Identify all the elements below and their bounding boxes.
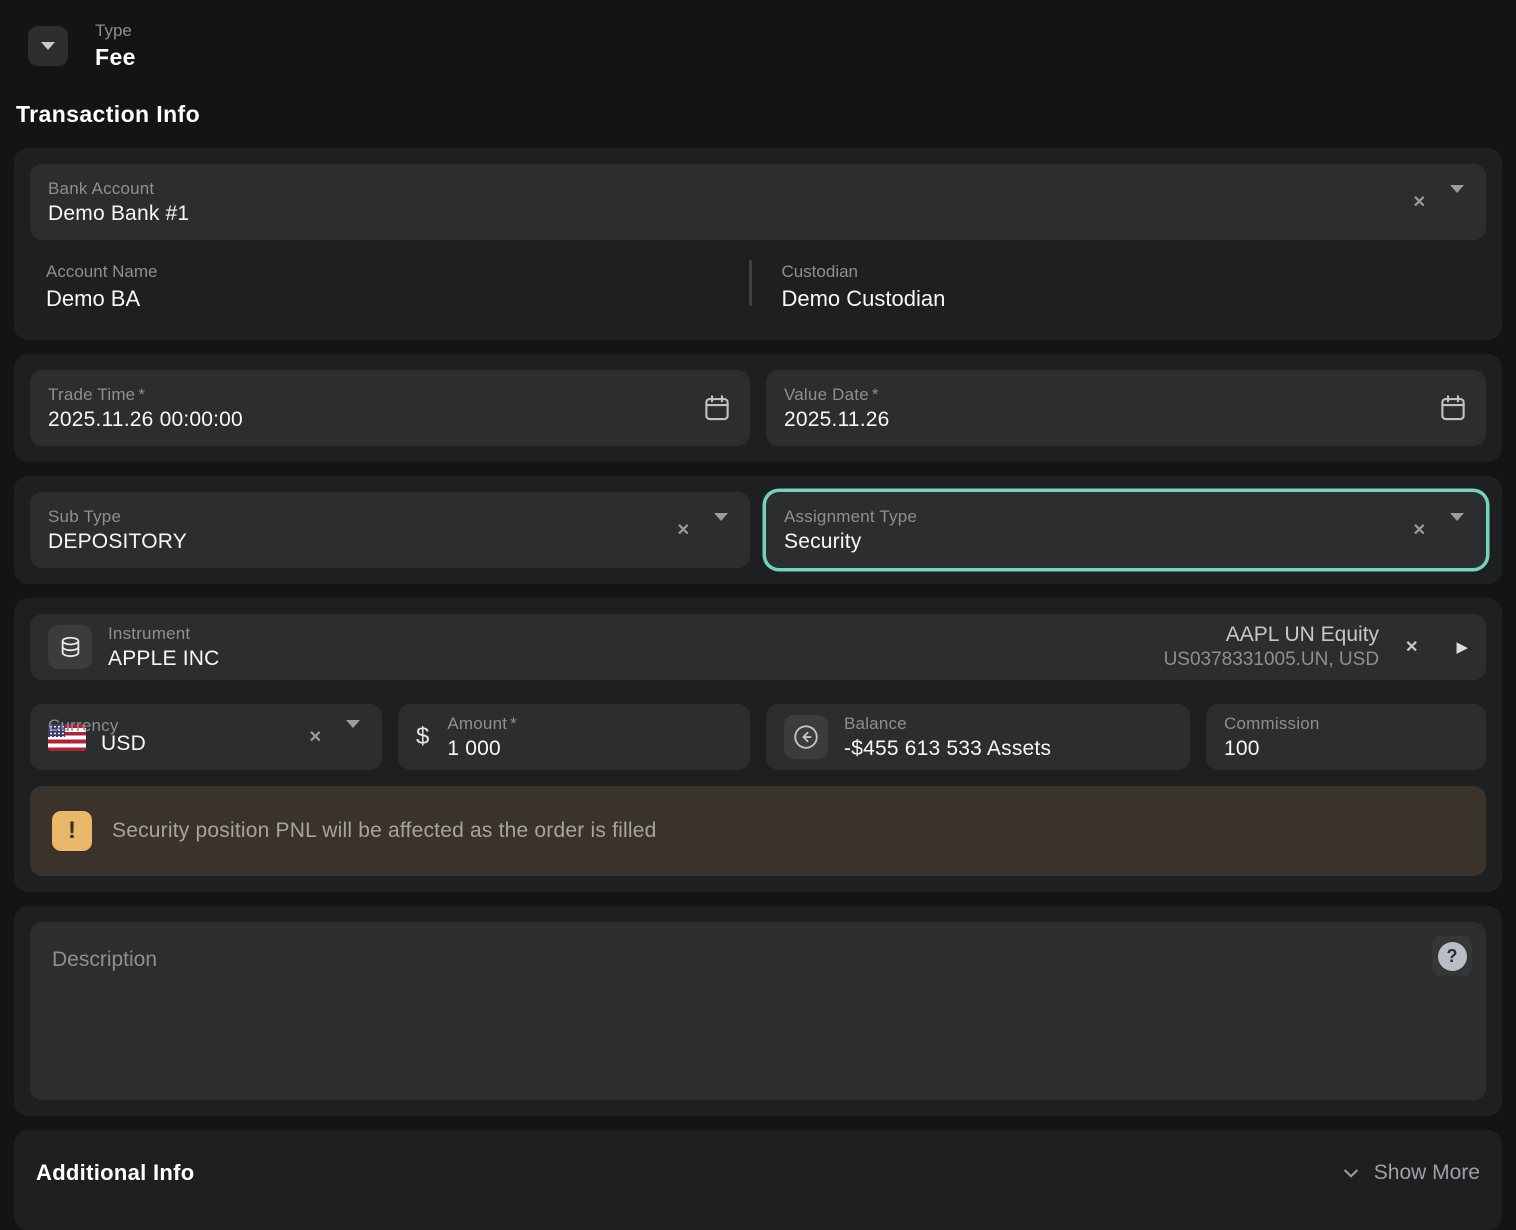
bank-account-text: Bank Account Demo Bank #1 [48, 179, 189, 226]
commission-label: Commission [1224, 714, 1320, 734]
sub-type-value: DEPOSITORY [48, 530, 187, 554]
pnl-warning-banner: ! Security position PNL will be affected… [30, 786, 1486, 876]
account-name-block: Account Name Demo BA [46, 262, 749, 312]
balance-label: Balance [844, 714, 1051, 734]
dates-card: Trade Time* 2025.11.26 00:00:00 Value Da… [14, 354, 1502, 462]
type-fields-card: Sub Type DEPOSITORY ✕ Assignment Type Se… [14, 476, 1502, 584]
amount-field[interactable]: $ Amount* 1 000 [398, 704, 750, 770]
amount-text: Amount* 1 000 [447, 714, 517, 761]
assignment-type-label: Assignment Type [784, 507, 917, 527]
bank-account-field[interactable]: Bank Account Demo Bank #1 ✕ [30, 164, 1486, 240]
trade-time-value: 2025.11.26 00:00:00 [48, 408, 243, 432]
custodian-block: Custodian Demo Custodian [749, 262, 1470, 312]
description-input[interactable] [30, 922, 1486, 1100]
bank-account-card: Bank Account Demo Bank #1 ✕ Account Name… [14, 148, 1502, 340]
description-card: ? [14, 906, 1502, 1116]
coins-icon [48, 625, 92, 669]
sub-type-label: Sub Type [48, 507, 187, 527]
trade-time-text: Trade Time* 2025.11.26 00:00:00 [48, 385, 243, 432]
transaction-form-page: Type Fee Transaction Info Bank Account D… [0, 0, 1516, 1218]
type-label: Type [95, 21, 136, 41]
chevron-down-icon [1341, 1163, 1361, 1183]
assignment-type-field[interactable]: Assignment Type Security ✕ [766, 492, 1486, 568]
custodian-label: Custodian [781, 262, 1470, 282]
additional-info-card: Additional Info Show More [14, 1130, 1502, 1230]
instrument-identifier: US0378331005.UN, USD [1164, 649, 1379, 671]
arrow-left-circle-icon [784, 715, 828, 759]
value-date-text: Value Date* 2025.11.26 [784, 385, 890, 432]
dropdown-caret-icon[interactable] [1450, 521, 1464, 539]
currency-field[interactable]: Currency USD ✕ [30, 704, 382, 770]
clear-icon[interactable]: ✕ [301, 723, 330, 751]
account-name-value: Demo BA [46, 286, 749, 312]
account-name-label: Account Name [46, 262, 749, 282]
commission-field[interactable]: Commission 100 [1206, 704, 1486, 770]
dollar-sign: $ [416, 723, 429, 751]
balance-field: Balance -$455 613 533 Assets [766, 704, 1190, 770]
type-block: Type Fee [95, 21, 136, 71]
instrument-ticker: AAPL UN Equity [1226, 623, 1379, 647]
instrument-label: Instrument [108, 624, 220, 644]
clear-icon[interactable]: ✕ [1397, 633, 1426, 661]
clear-icon[interactable]: ✕ [1405, 188, 1434, 216]
currency-text: Currency USD [101, 718, 146, 756]
sub-type-field[interactable]: Sub Type DEPOSITORY ✕ [30, 492, 750, 568]
clear-icon[interactable]: ✕ [669, 516, 698, 544]
currency-label: Currency [48, 716, 119, 736]
calendar-icon[interactable] [702, 393, 732, 423]
value-date-label: Value Date* [784, 385, 890, 405]
dropdown-caret-icon[interactable] [714, 521, 728, 539]
custodian-value: Demo Custodian [781, 286, 1470, 312]
amount-value: 1 000 [447, 737, 517, 761]
trade-time-field[interactable]: Trade Time* 2025.11.26 00:00:00 [30, 370, 750, 446]
instrument-names: AAPL UN Equity US0378331005.UN, USD [1164, 623, 1379, 671]
trade-time-label: Trade Time* [48, 385, 243, 405]
instrument-value: APPLE INC [108, 647, 220, 671]
type-selector-row: Type Fee [0, 0, 1516, 71]
description-field: ? [30, 922, 1486, 1100]
show-more-label: Show More [1374, 1161, 1480, 1185]
bank-account-value: Demo Bank #1 [48, 202, 189, 226]
value-date-value: 2025.11.26 [784, 408, 890, 432]
question-icon: ? [1438, 942, 1467, 971]
instrument-right: AAPL UN Equity US0378331005.UN, USD ✕ ▶ [1164, 623, 1468, 671]
warning-text: Security position PNL will be affected a… [112, 819, 656, 843]
bank-account-label: Bank Account [48, 179, 189, 199]
clear-icon[interactable]: ✕ [1405, 516, 1434, 544]
instrument-text: Instrument APPLE INC [108, 624, 220, 671]
assignment-type-text: Assignment Type Security [784, 507, 917, 554]
commission-text: Commission 100 [1224, 714, 1320, 761]
dropdown-caret-icon[interactable] [346, 728, 360, 746]
warning-icon: ! [52, 811, 92, 851]
account-info-row: Account Name Demo BA Custodian Demo Cust… [30, 240, 1486, 324]
amount-label: Amount* [447, 714, 517, 734]
assignment-type-value: Security [784, 530, 917, 554]
dropdown-caret-icon[interactable] [1450, 193, 1464, 211]
details-arrow-icon[interactable]: ▶ [1456, 638, 1468, 656]
show-more-button[interactable]: Show More [1341, 1161, 1480, 1185]
money-row: Currency USD ✕ $ Amount* 1 000 [30, 704, 1486, 770]
section-title: Transaction Info [16, 101, 1516, 128]
chevron-down-icon [41, 42, 55, 50]
balance-text: Balance -$455 613 533 Assets [844, 714, 1051, 761]
additional-info-title: Additional Info [36, 1160, 194, 1186]
type-collapse-button[interactable] [28, 26, 68, 66]
help-button[interactable]: ? [1432, 936, 1472, 976]
sub-type-text: Sub Type DEPOSITORY [48, 507, 187, 554]
commission-value: 100 [1224, 737, 1320, 761]
calendar-icon[interactable] [1438, 393, 1468, 423]
value-date-field[interactable]: Value Date* 2025.11.26 [766, 370, 1486, 446]
type-value: Fee [95, 44, 136, 71]
vertical-divider [749, 260, 752, 306]
instrument-card: Instrument APPLE INC AAPL UN Equity US03… [14, 598, 1502, 892]
instrument-field[interactable]: Instrument APPLE INC AAPL UN Equity US03… [30, 614, 1486, 680]
balance-value: -$455 613 533 Assets [844, 737, 1051, 761]
